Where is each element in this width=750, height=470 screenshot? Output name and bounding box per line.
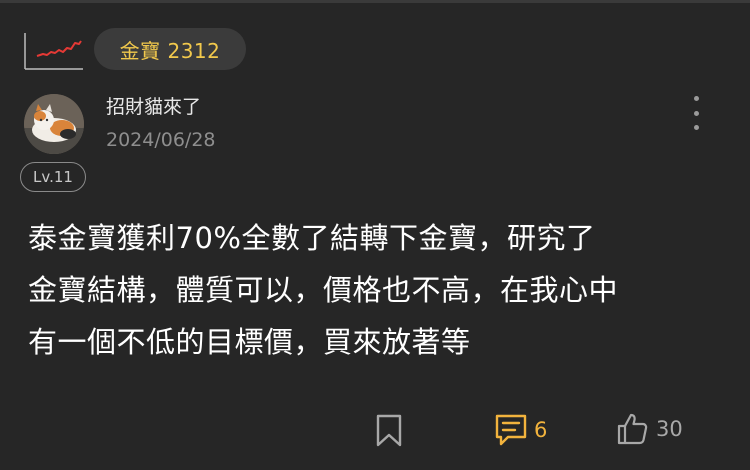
author-name[interactable]: 招財貓來了 [106, 92, 201, 119]
thumbs-up-icon [617, 413, 648, 445]
comment-icon [495, 414, 527, 446]
stock-tag-label: 金寶 2312 [119, 38, 221, 63]
comment-button[interactable]: 6 [494, 413, 547, 447]
level-label: Lv.11 [33, 168, 73, 186]
more-vertical-icon [693, 96, 699, 101]
stock-sparkline-icon[interactable] [23, 31, 85, 71]
post-date: 2024/06/28 [106, 129, 216, 151]
more-options-button[interactable] [682, 96, 710, 130]
stock-tag-button[interactable]: 金寶 2312 [94, 28, 246, 70]
bookmark-icon [376, 414, 402, 447]
comment-count: 6 [534, 418, 548, 442]
more-dot [693, 110, 699, 116]
like-count: 30 [656, 417, 683, 441]
level-badge: Lv.11 [20, 162, 86, 192]
bookmark-button[interactable] [374, 414, 404, 448]
more-dot [693, 125, 699, 130]
author-avatar[interactable] [24, 94, 84, 154]
post-content: 泰金寶獲利70%全數了結轉下金寶，研究了 金寶結構，體質可以，價格也不高，在我心… [28, 221, 619, 359]
like-button[interactable]: 30 [616, 412, 683, 446]
top-divider [0, 0, 750, 3]
